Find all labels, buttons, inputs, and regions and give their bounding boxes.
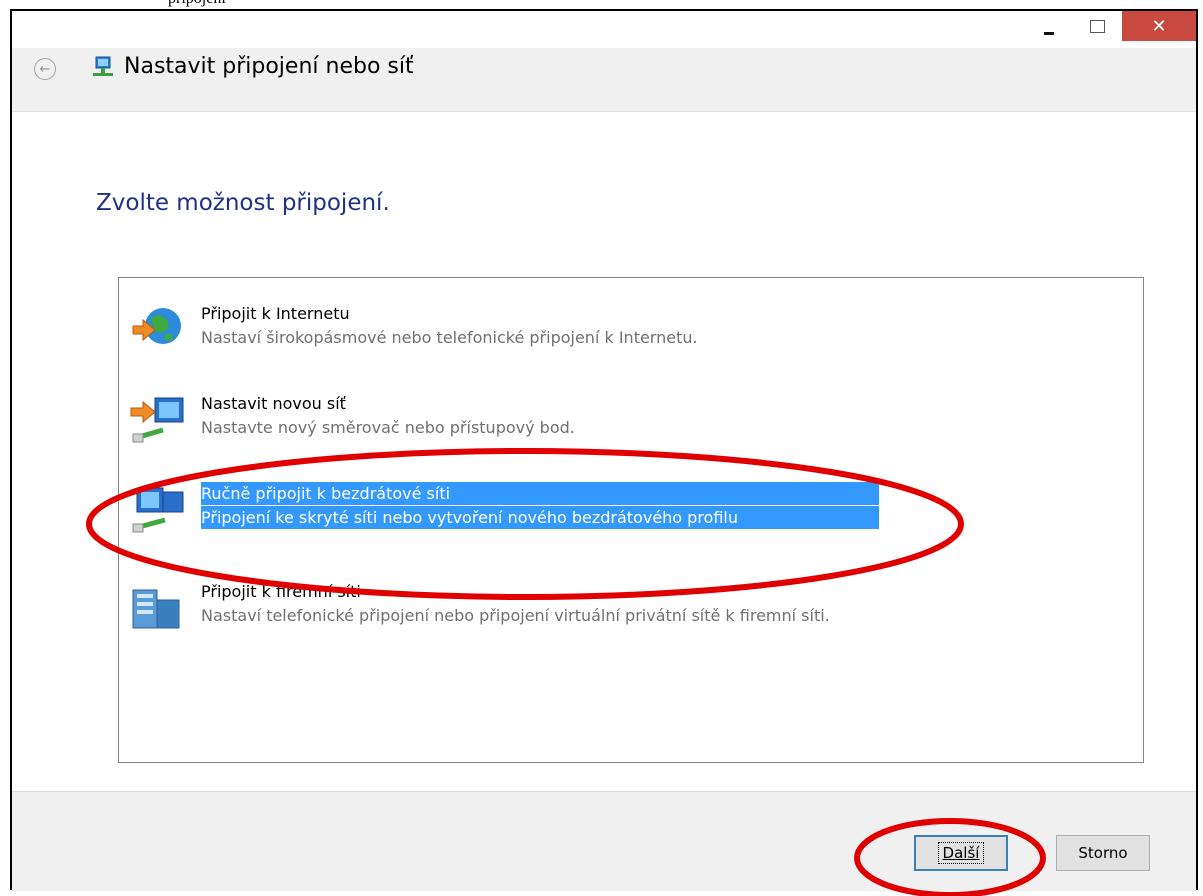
option-workplace-network[interactable]: Připojit k firemní síti Nastaví telefoni… [129, 578, 1129, 640]
content-area: Zvolte možnost připojení. Připojit k Int… [12, 111, 1196, 792]
option-description: Připojení ke skryté síti nebo vytvoření … [201, 506, 879, 529]
option-description: Nastaví širokopásmové nebo telefonické p… [201, 328, 698, 347]
globe-connect-icon [132, 308, 181, 344]
option-description: Nastaví telefonické připojení nebo připo… [201, 606, 830, 625]
option-connect-internet[interactable]: Připojit k Internetu Nastaví širokopásmo… [129, 298, 1129, 360]
window-title: Nastavit připojení nebo síť [124, 54, 414, 79]
document-text: připojení [168, 0, 226, 8]
cancel-button[interactable]: Storno [1056, 835, 1150, 871]
footer: Další Storno [12, 791, 1196, 891]
new-network-icon [130, 397, 184, 443]
dialog-window: ✕ ← Nastavit připojení nebo síť Zvolte m… [10, 9, 1198, 891]
connection-options-list: Připojit k Internetu Nastaví širokopásmo… [118, 277, 1144, 763]
option-manual-wireless[interactable]: Ručně připojit k bezdrátové síti Připoje… [129, 478, 1129, 540]
network-setup-icon [93, 56, 113, 76]
back-arrow-icon: ← [39, 61, 51, 77]
option-title: Připojit k firemní síti [201, 582, 361, 601]
back-button[interactable]: ← [34, 58, 56, 80]
option-title: Připojit k Internetu [201, 304, 350, 323]
next-button[interactable]: Další [914, 835, 1008, 871]
cancel-label: Storno [1078, 844, 1128, 862]
header: ← Nastavit připojení nebo síť [12, 11, 1196, 111]
option-new-network[interactable]: Nastavit novou síť Nastavte nový směrova… [129, 388, 1129, 450]
option-title: Nastavit novou síť [201, 394, 346, 413]
next-label: Další [937, 842, 985, 864]
wireless-network-icon [132, 487, 184, 533]
option-description: Nastavte nový směrovač nebo přístupový b… [201, 418, 575, 437]
workplace-network-icon [132, 589, 180, 629]
option-title: Ručně připojit k bezdrátové síti [201, 482, 879, 505]
page-heading: Zvolte možnost připojení. [96, 190, 390, 216]
